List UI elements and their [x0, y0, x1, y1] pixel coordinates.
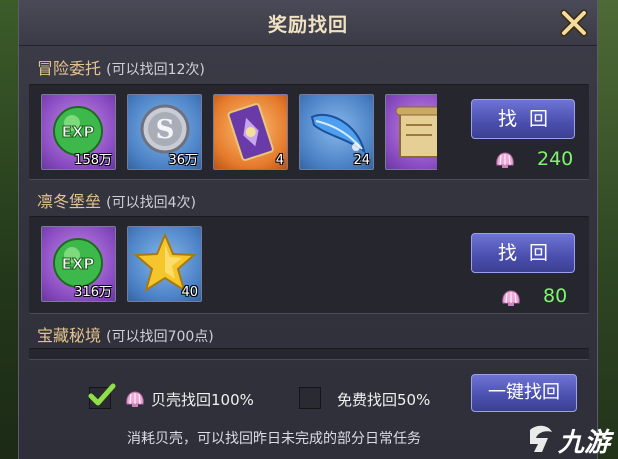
shell-recover-label: 贝壳找回100%	[151, 391, 254, 409]
free-recover-label: 免费找回50%	[337, 391, 431, 409]
reward-item-feather[interactable]: 24	[299, 94, 374, 170]
shell-recover-checkbox[interactable]	[88, 383, 116, 409]
reward-recovery-dialog: 奖励找回 冒险委托 (可以找回12次) EXP 158万 S 36万 4 24 …	[18, 0, 598, 459]
watermark-logo-icon	[530, 425, 552, 452]
reward-quantity: 158万	[74, 153, 112, 168]
shell-icon	[126, 391, 144, 407]
reward-item-exp[interactable]: EXP 158万	[41, 94, 116, 170]
reward-quantity: 316万	[74, 285, 112, 300]
reward-item-silver[interactable]: S 36万	[127, 94, 202, 170]
svg-text:S: S	[156, 115, 175, 145]
cost-value: 240	[537, 148, 574, 170]
reward-quantity: 4	[275, 153, 284, 168]
dialog-titlebar: 奖励找回	[19, 0, 597, 46]
reward-item-list: EXP 158万 S 36万 4 24	[41, 94, 437, 170]
section-name: 冒险委托	[37, 59, 102, 78]
section-name: 宝藏秘境	[37, 326, 102, 345]
shell-icon	[496, 152, 514, 168]
reward-item-list: EXP 316万 40	[41, 226, 437, 302]
section-name: 凛冬堡垒	[37, 192, 102, 211]
section-note: (可以找回12次)	[106, 62, 205, 78]
reward-item-card-pack[interactable]: 4	[213, 94, 288, 170]
reward-item-scroll[interactable]	[385, 94, 437, 170]
recover-button-winter-fort[interactable]: 找回	[471, 233, 575, 273]
reward-row-adventure: EXP 158万 S 36万 4 24 找回 240	[29, 84, 589, 180]
reward-quantity: 40	[181, 285, 198, 300]
reward-quantity: 36万	[168, 153, 198, 168]
scroll-icon	[395, 106, 437, 158]
checkmark-icon	[88, 383, 116, 406]
reward-item-star[interactable]: 40	[127, 226, 202, 302]
svg-text:EXP: EXP	[62, 255, 95, 273]
reward-item-exp[interactable]: EXP 316万	[41, 226, 116, 302]
background-right	[596, 0, 618, 459]
free-recover-checkbox[interactable]	[299, 387, 321, 409]
section-note: (可以找回4次)	[106, 195, 196, 211]
section-title-adventure: 冒险委托 (可以找回12次)	[37, 55, 205, 79]
close-button[interactable]	[557, 6, 591, 40]
footer-hint: 消耗贝壳，可以找回昨日未完成的部分日常任务	[127, 431, 421, 447]
one-click-recover-button[interactable]: 一键找回	[471, 374, 577, 412]
section-title-treasure: 宝藏秘境 (可以找回700点)	[37, 322, 214, 346]
dialog-title: 奖励找回	[267, 14, 348, 36]
watermark-text: 九游	[558, 428, 611, 458]
svg-text:EXP: EXP	[62, 123, 95, 141]
reward-quantity: 24	[353, 153, 370, 168]
section-note: (可以找回700点)	[106, 329, 214, 345]
reward-row-winter-fort: EXP 316万 40 找回 80	[29, 216, 589, 314]
cost-value: 80	[543, 285, 568, 307]
close-icon	[560, 9, 588, 37]
shell-icon	[502, 290, 520, 306]
watermark: 九游	[524, 418, 618, 459]
reward-row-treasure	[29, 348, 589, 360]
recover-button-adventure[interactable]: 找回	[471, 99, 575, 139]
section-title-winter-fort: 凛冬堡垒 (可以找回4次)	[37, 188, 196, 212]
